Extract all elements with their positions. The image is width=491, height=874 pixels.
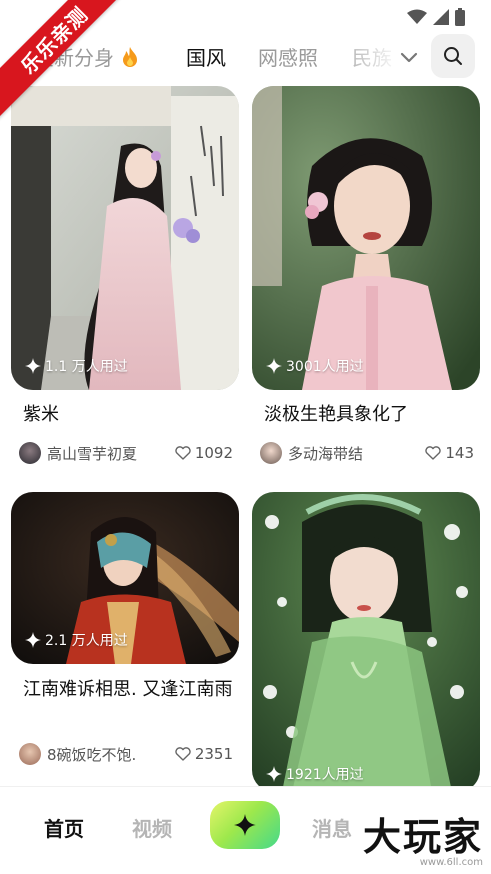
battery-icon xyxy=(455,8,465,26)
search-icon xyxy=(444,47,462,65)
like-button[interactable]: 1092 xyxy=(175,444,233,462)
template-image[interactable]: 3001人用过 xyxy=(252,86,480,390)
usage-count: 3001人用过 xyxy=(266,356,364,376)
usage-count: 1921人用过 xyxy=(266,764,364,784)
search-button[interactable] xyxy=(431,34,475,78)
template-title: 紫米 xyxy=(23,404,59,425)
template-meta: 8碗饭吃不饱. 2351 xyxy=(19,742,233,766)
template-meta: 高山雪芋初夏 1092 xyxy=(19,441,233,465)
tab-wanggan[interactable]: 网感照 xyxy=(258,42,318,71)
tab-guofeng[interactable]: 国风 xyxy=(184,42,228,71)
author-avatar[interactable] xyxy=(19,743,41,765)
like-count: 2351 xyxy=(194,745,233,763)
bottom-nav: 首页 视频 消息 大玩家 www.6ll.com xyxy=(0,786,491,874)
author-name[interactable]: 多动海带结 xyxy=(288,443,425,464)
signal-icon xyxy=(433,9,449,25)
tab-label: 网感照 xyxy=(258,46,318,70)
like-button[interactable]: 2351 xyxy=(175,745,233,763)
tab-new-avatar[interactable]: 全新分身 xyxy=(34,42,140,71)
fire-icon xyxy=(123,47,138,67)
tabs-fade xyxy=(330,34,400,78)
nav-home[interactable]: 首页 xyxy=(44,813,84,842)
status-bar xyxy=(0,0,491,34)
like-count: 143 xyxy=(445,444,474,462)
template-image[interactable]: 1.1 万人用过 xyxy=(11,86,239,390)
usage-count: 2.1 万人用过 xyxy=(25,630,128,650)
tab-label: 国风 xyxy=(186,46,226,70)
sparkle-icon xyxy=(25,632,41,648)
usage-count: 1.1 万人用过 xyxy=(25,356,128,376)
chevron-down-icon[interactable] xyxy=(398,46,420,68)
create-button[interactable] xyxy=(210,801,280,849)
template-image[interactable]: 1921人用过 xyxy=(252,492,480,792)
nav-video[interactable]: 视频 xyxy=(132,813,172,842)
system-icons xyxy=(407,8,465,26)
sparkle-icon xyxy=(25,358,41,374)
like-count: 1092 xyxy=(194,444,233,462)
watermark: 大玩家 www.6ll.com xyxy=(363,817,483,868)
author-name[interactable]: 高山雪芋初夏 xyxy=(47,443,175,464)
wifi-icon xyxy=(407,9,427,24)
author-avatar[interactable] xyxy=(260,442,282,464)
author-name[interactable]: 8碗饭吃不饱. xyxy=(47,744,175,765)
usage-text: 1.1 万人用过 xyxy=(45,359,128,375)
template-meta: 多动海带结 143 xyxy=(260,441,474,465)
tab-label: 全新分身 xyxy=(34,46,114,70)
usage-text: 2.1 万人用过 xyxy=(45,633,128,649)
nav-message[interactable]: 消息 xyxy=(312,813,352,842)
template-title: 淡极生艳具象化了 xyxy=(264,404,408,425)
sparkle-icon xyxy=(234,814,256,836)
heart-icon xyxy=(425,446,442,460)
category-tabs: 全新分身 国风 网感照 民族 xyxy=(0,34,491,78)
heart-icon xyxy=(175,446,191,460)
watermark-main: 大玩家 xyxy=(362,815,483,859)
author-avatar[interactable] xyxy=(19,442,41,464)
like-button[interactable]: 143 xyxy=(425,444,474,462)
sparkle-icon xyxy=(266,766,282,782)
template-title: 江南难诉相思. 又逢江南雨 xyxy=(23,679,233,700)
sparkle-icon xyxy=(266,358,282,374)
template-image[interactable]: 2.1 万人用过 xyxy=(11,492,239,664)
heart-icon xyxy=(175,747,191,761)
usage-text: 3001人用过 xyxy=(286,359,364,375)
usage-text: 1921人用过 xyxy=(286,767,364,783)
